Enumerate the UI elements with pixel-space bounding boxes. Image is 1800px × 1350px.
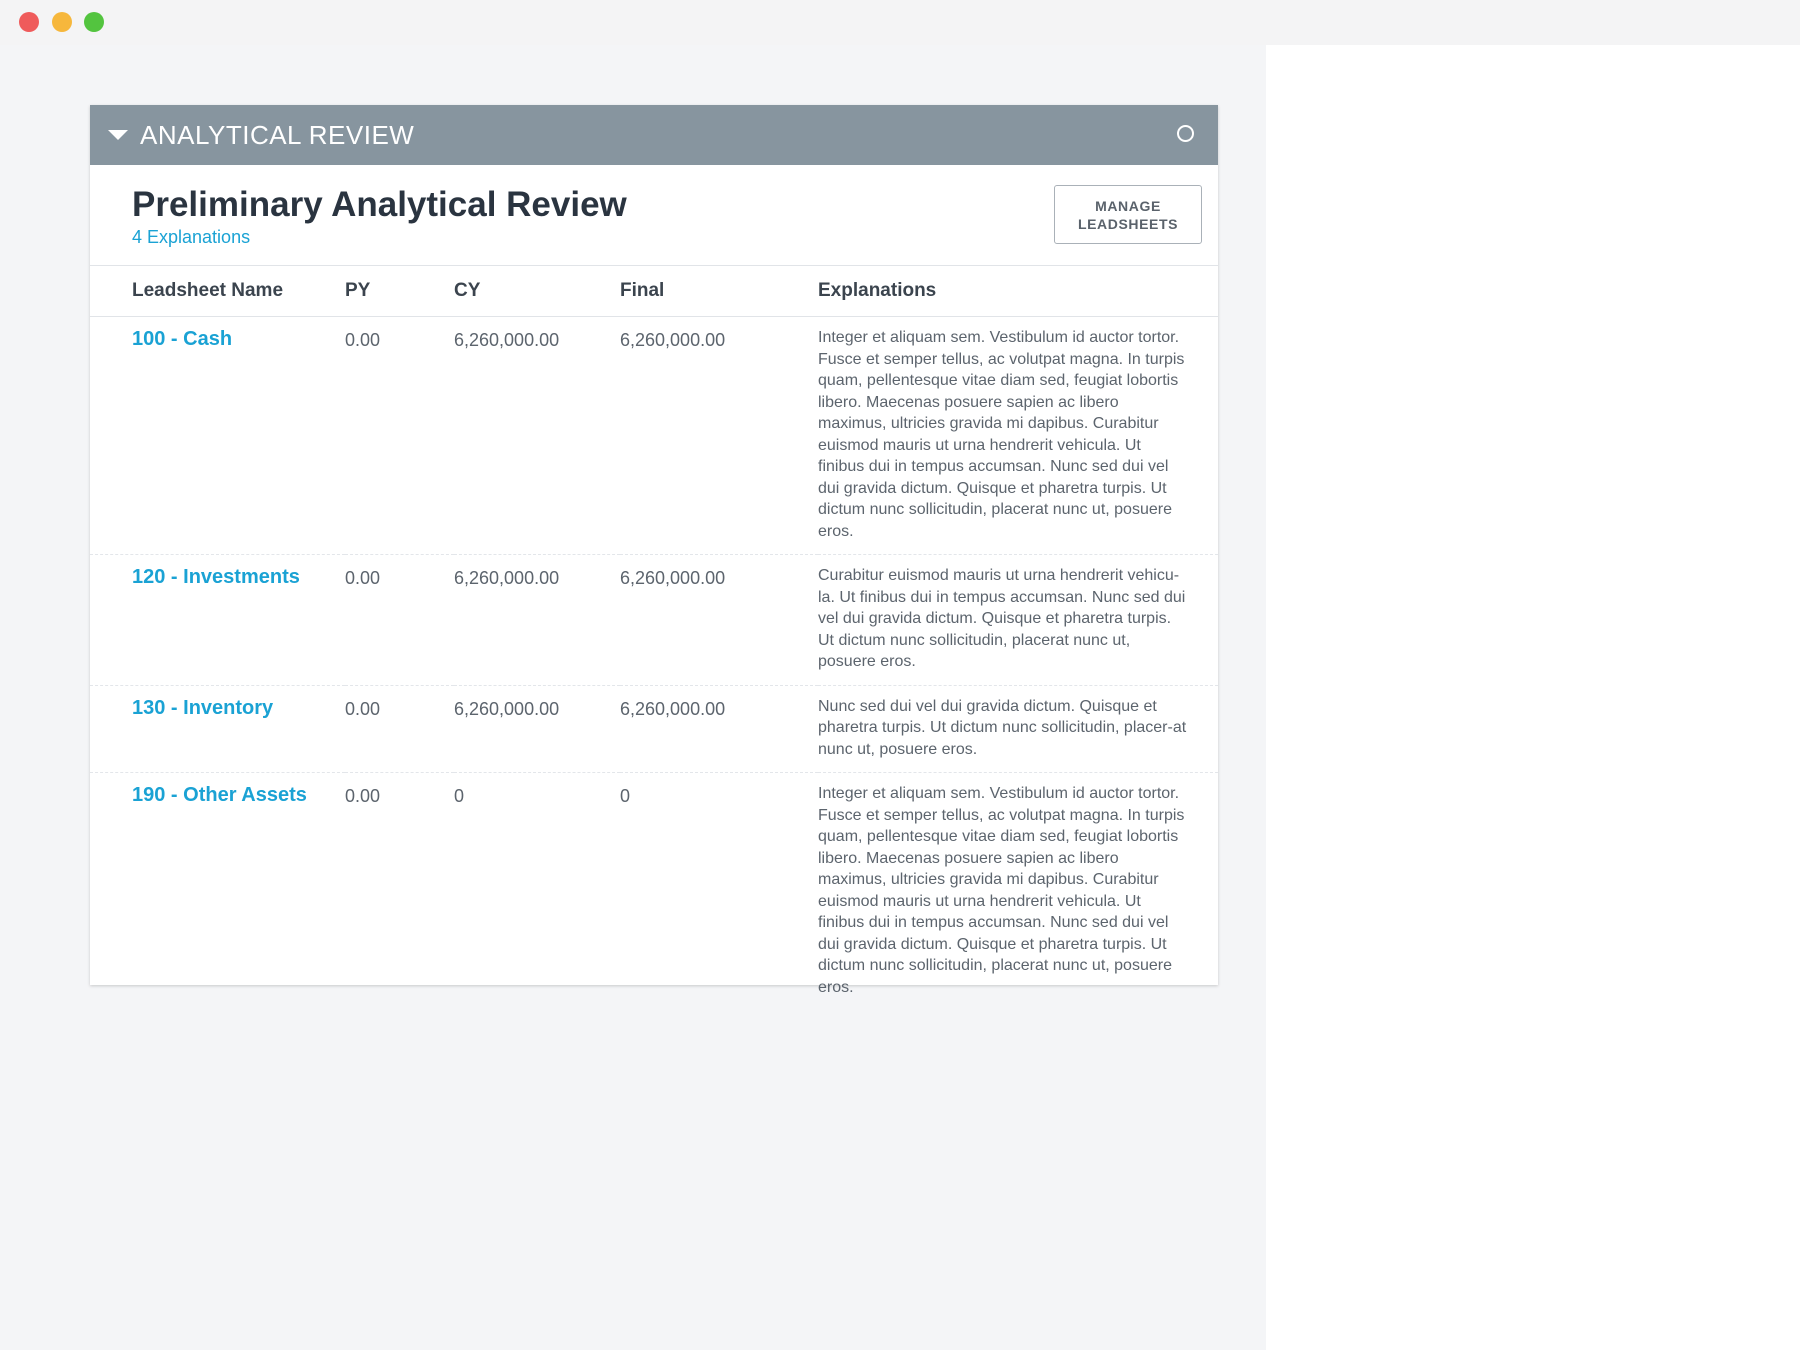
circle-outline-icon[interactable]	[1177, 125, 1194, 142]
panel-header[interactable]: ANALYTICAL REVIEW	[90, 105, 1218, 165]
review-heading: Preliminary Analytical Review 4 Explanat…	[90, 165, 1218, 266]
leadsheet-link[interactable]: 100 - Cash	[132, 327, 232, 351]
manage-button-label-line1: MANAGE	[1095, 198, 1161, 214]
table-row: 120 - Investments 0.00 6,260,000.00 6,26…	[90, 554, 1218, 686]
column-header-explanations[interactable]: Explanations	[818, 266, 1218, 317]
final-value: 6,260,000.00	[620, 568, 726, 588]
explanation-text: Nunc sed dui vel dui gravida dictum. Qui…	[818, 697, 1187, 758]
leadsheet-link[interactable]: 130 - Inventory	[132, 696, 273, 720]
window-minimize-button[interactable]	[52, 12, 72, 32]
table-row: 130 - Inventory 0.00 6,260,000.00 6,260,…	[90, 685, 1218, 773]
leadsheet-table: Leadsheet Name PY CY Final Explanations …	[90, 266, 1218, 1010]
manage-button-label-line2: LEADSHEETS	[1077, 216, 1179, 232]
caret-down-icon[interactable]	[108, 130, 128, 140]
cy-value: 6,260,000.00	[454, 330, 560, 350]
explanation-text: Curabitur euismod mauris ut urna hendrer…	[818, 567, 1186, 670]
window-titlebar	[0, 0, 1800, 45]
column-header-py[interactable]: PY	[345, 266, 454, 317]
cy-value: 0	[454, 786, 465, 806]
table-row: 100 - Cash 0.00 6,260,000.00 6,260,000.0…	[90, 316, 1218, 555]
cy-value: 6,260,000.00	[454, 568, 560, 588]
cy-value: 6,260,000.00	[454, 698, 560, 719]
leadsheet-link[interactable]: 190 - Other Assets	[132, 783, 307, 807]
column-header-final[interactable]: Final	[620, 266, 818, 317]
explanations-count-link[interactable]: 4 Explanations	[132, 226, 250, 248]
final-value: 0	[620, 786, 631, 806]
manage-leadsheets-button[interactable]: MANAGE LEADSHEETS	[1054, 185, 1202, 244]
py-value: 0.00	[345, 330, 381, 350]
leadsheet-link[interactable]: 120 - Investments	[132, 565, 300, 589]
window-close-button[interactable]	[19, 12, 39, 32]
window-zoom-button[interactable]	[84, 12, 104, 32]
final-value: 6,260,000.00	[620, 698, 726, 719]
analytical-review-panel: ANALYTICAL REVIEW Preliminary Analytical…	[90, 105, 1218, 996]
explanation-text: Integer et aliquam sem. Vestibulum id au…	[818, 785, 1185, 996]
column-header-cy[interactable]: CY	[454, 266, 620, 317]
panel-title: ANALYTICAL REVIEW	[140, 120, 415, 150]
explanation-text: Integer et aliquam sem. Vestibulum id au…	[818, 329, 1185, 540]
py-value: 0.00	[345, 568, 381, 588]
page-title: Preliminary Analytical Review	[132, 185, 627, 224]
final-value: 6,260,000.00	[620, 330, 726, 350]
py-value: 0.00	[345, 698, 381, 719]
column-header-leadsheet-name[interactable]: Leadsheet Name	[90, 266, 345, 317]
table-row: 190 - Other Assets 0.00 0 0 Integer et a…	[90, 773, 1218, 1011]
py-value: 0.00	[345, 786, 381, 806]
table-header-row: Leadsheet Name PY CY Final Explanations	[90, 266, 1218, 317]
